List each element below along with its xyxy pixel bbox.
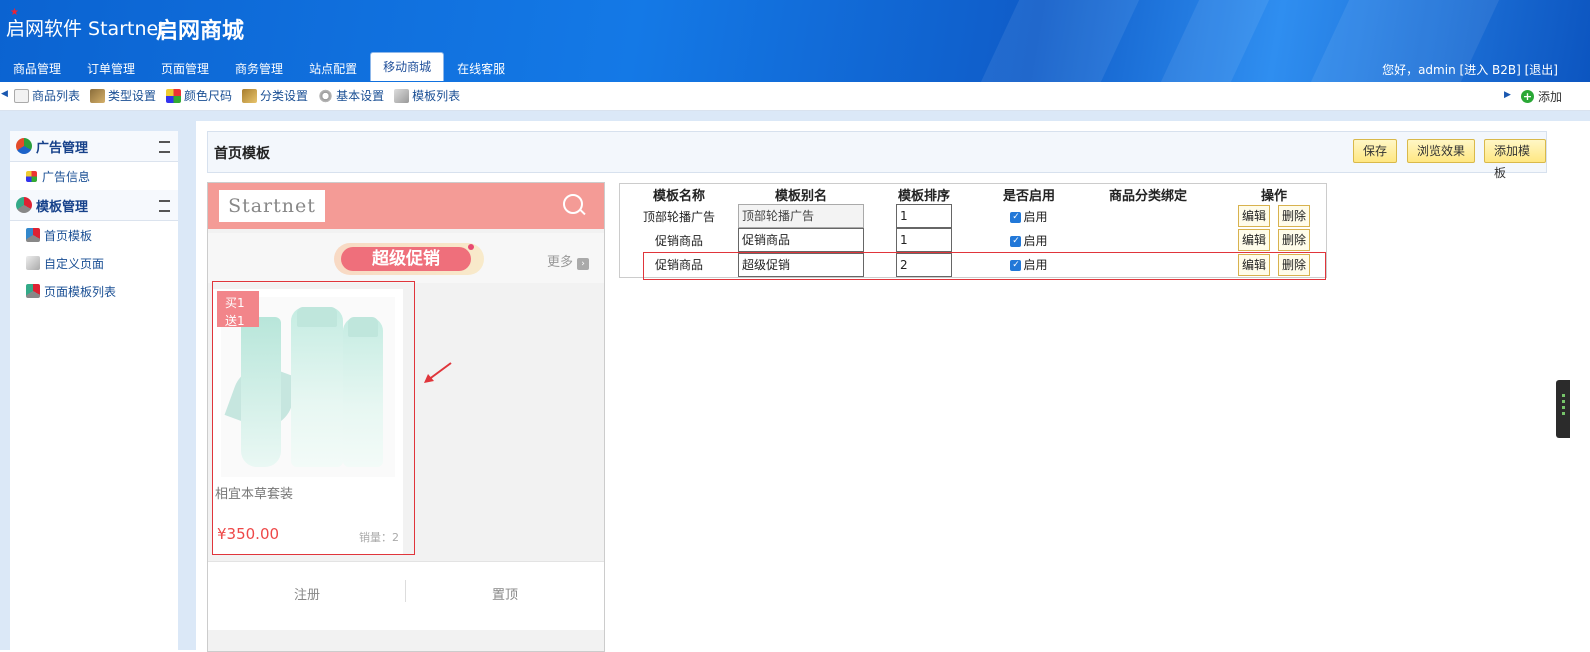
promo-title: 超级促销 <box>341 247 471 271</box>
alias-input[interactable]: 超级促销 <box>738 252 864 277</box>
alias-input[interactable]: 促销商品 <box>738 228 864 253</box>
logout-link[interactable]: [退出] <box>1525 63 1558 77</box>
template-group-icon <box>16 197 32 213</box>
alias-input[interactable]: 顶部轮播广告 <box>738 204 864 229</box>
mobile-logo: Startnet <box>219 190 325 222</box>
brand-title: 启网商城 <box>156 19 245 44</box>
main-nav: 商品管理 订单管理 页面管理 商务管理 站点配置 移动商城 在线客服 <box>0 52 518 82</box>
more-link[interactable]: 更多 › <box>547 251 590 270</box>
category-box-icon <box>242 88 258 103</box>
highlight-box-product <box>212 281 415 555</box>
scroll-right-icon[interactable]: ▶ <box>1504 90 1511 100</box>
tab-order-management[interactable]: 订单管理 <box>74 54 148 82</box>
cube-icon <box>26 256 40 270</box>
col-actions: 操作 <box>1260 188 1287 204</box>
category-binding-cell <box>1074 228 1222 252</box>
template-name: 促销商品 <box>654 258 703 273</box>
grid-dots-icon <box>26 170 37 182</box>
template-cube-icon <box>394 88 410 103</box>
subnav-basic-settings[interactable]: 基本设置 <box>318 87 384 104</box>
col-template-alias: 模板别名 <box>774 188 827 204</box>
document-icon <box>14 88 29 103</box>
table-row: 促销商品 促销商品 1 ✓ 启用 编辑 删除 <box>620 228 1327 253</box>
sidebar-item-custom-page[interactable]: 自定义页面 <box>10 249 178 277</box>
gear-icon <box>318 88 334 103</box>
back-to-top-link[interactable]: 置顶 <box>406 584 604 603</box>
sort-input[interactable]: 1 <box>896 228 952 253</box>
enabled-checkbox[interactable]: ✓ <box>1010 211 1022 223</box>
category-binding-cell <box>1074 204 1222 228</box>
chevron-right-icon: › <box>577 258 590 270</box>
table-header-row: 模板名称 模板别名 模板排序 是否启用 商品分类绑定 操作 <box>620 184 1327 205</box>
tab-business-management[interactable]: 商务管理 <box>222 54 296 82</box>
table-row: 顶部轮播广告 顶部轮播广告 1 ✓ 启用 编辑 删除 <box>620 204 1327 229</box>
side-widget-handle[interactable] <box>1556 380 1570 438</box>
user-greeting: 您好，admin [进入 B2B] [退出] <box>1382 63 1558 77</box>
subnav-template-list[interactable]: 模板列表 <box>394 87 460 104</box>
col-category-binding: 商品分类绑定 <box>1108 188 1187 204</box>
table-row: 促销商品 超级促销 2 ✓ 启用 编辑 删除 <box>620 252 1327 278</box>
add-template-button[interactable]: 添加模板 <box>1484 139 1546 180</box>
subnav-product-list[interactable]: 商品列表 <box>14 87 80 104</box>
app-header: ★ 启网软件 Startnet 启网商城 商品管理 订单管理 页面管理 商务管理… <box>0 0 1590 82</box>
delete-button[interactable]: 删除 <box>1278 205 1311 228</box>
collapse-menu-icon[interactable] <box>159 141 170 153</box>
sort-input[interactable]: 1 <box>896 204 952 229</box>
tab-online-service[interactable]: 在线客服 <box>444 54 518 82</box>
template-name: 顶部轮播广告 <box>642 209 715 224</box>
page-title: 首页模板 <box>214 146 270 162</box>
col-enabled: 是否启用 <box>1002 188 1055 204</box>
delete-button[interactable]: 删除 <box>1278 253 1311 276</box>
subnav-category-settings[interactable]: 分类设置 <box>242 87 308 104</box>
col-template-sort: 模板排序 <box>897 188 950 204</box>
sidebar-group-templates[interactable]: 模板管理 <box>10 190 178 221</box>
sidebar: 广告管理 广告信息 模板管理 首页模板 自定义页面 页面模板列表 <box>10 131 178 650</box>
enabled-checkbox[interactable]: ✓ <box>1010 260 1022 272</box>
collapse-menu-icon[interactable] <box>159 200 170 212</box>
edit-button[interactable]: 编辑 <box>1237 205 1270 228</box>
add-button[interactable]: + 添加 <box>1521 88 1562 105</box>
template-name: 促销商品 <box>654 233 703 248</box>
annotation-arrow-icon <box>424 362 452 383</box>
mobile-header: Startnet <box>208 183 604 229</box>
subnav-color-size[interactable]: 颜色尺码 <box>166 87 232 104</box>
tab-site-config[interactable]: 站点配置 <box>296 54 370 82</box>
company-logo: ★ 启网软件 Startnet <box>6 7 166 40</box>
panel-header: 首页模板 保存 浏览效果 添加模板 <box>207 131 1547 180</box>
enter-b2b-link[interactable]: [进入 B2B] <box>1460 63 1521 77</box>
promo-dot <box>468 244 474 250</box>
mobile-footer: 注册 置顶 <box>208 561 604 630</box>
home-template-icon <box>26 228 40 242</box>
sidebar-item-home-template[interactable]: 首页模板 <box>10 221 178 249</box>
edit-button[interactable]: 编辑 <box>1237 253 1270 276</box>
sidebar-group-ads[interactable]: 广告管理 <box>10 131 178 162</box>
boxes-icon <box>90 88 106 103</box>
color-grid-icon <box>166 88 182 103</box>
sort-input[interactable]: 2 <box>896 252 952 277</box>
col-template-name: 模板名称 <box>652 188 705 204</box>
plus-icon: + <box>1521 90 1534 103</box>
delete-button[interactable]: 删除 <box>1278 229 1311 252</box>
logo-star-icon: ★ <box>10 7 19 18</box>
preview-button[interactable]: 浏览效果 <box>1407 139 1476 163</box>
tab-page-management[interactable]: 页面管理 <box>148 54 222 82</box>
category-binding-cell <box>1074 253 1222 278</box>
template-table: 模板名称 模板别名 模板排序 是否启用 商品分类绑定 操作 顶部轮播广告 顶部轮… <box>619 183 1327 278</box>
tab-mobile-mall[interactable]: 移动商城 <box>370 52 445 81</box>
sidebar-item-ad-info[interactable]: 广告信息 <box>10 162 178 190</box>
register-link[interactable]: 注册 <box>208 584 406 603</box>
sidebar-item-page-template-list[interactable]: 页面模板列表 <box>10 277 178 305</box>
sub-toolbar: ◀ 商品列表 类型设置 颜色尺码 分类设置 基本设置 模板列表 ▶ + 添加 <box>0 82 1590 111</box>
page-template-icon <box>26 284 40 298</box>
subnav-type-settings[interactable]: 类型设置 <box>90 87 156 104</box>
search-icon[interactable] <box>563 194 583 214</box>
scroll-left-icon[interactable]: ◀ <box>1 89 8 99</box>
ad-group-icon <box>16 138 32 154</box>
tab-product-management[interactable]: 商品管理 <box>0 54 74 82</box>
edit-button[interactable]: 编辑 <box>1237 229 1270 252</box>
promo-section-header: 超级促销 更多 › <box>208 233 604 283</box>
enabled-checkbox[interactable]: ✓ <box>1010 235 1022 247</box>
save-button[interactable]: 保存 <box>1353 139 1398 163</box>
